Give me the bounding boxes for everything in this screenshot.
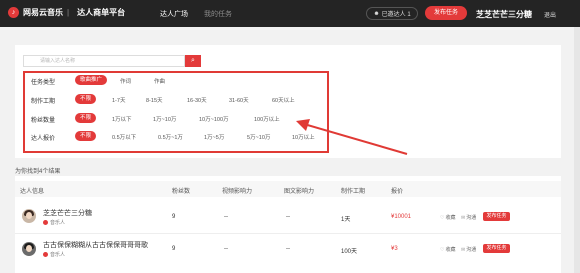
row-divider	[15, 233, 561, 234]
col-video-influence: 视频影响力	[222, 189, 253, 195]
col-price: 报价	[391, 189, 404, 195]
price-value: ¥3	[391, 246, 398, 252]
row-publish-task-button[interactable]: 发布任务	[483, 244, 510, 253]
col-duration: 制作工期	[341, 189, 366, 195]
col-talent-info: 达人信息	[20, 189, 45, 195]
row-publish-task-button[interactable]: 发布任务	[483, 212, 510, 221]
duration-value: 100天	[341, 249, 358, 255]
col-text-influence: 图文影响力	[284, 189, 315, 195]
avatar[interactable]	[22, 242, 36, 256]
collect-button[interactable]: ♡ 收藏	[440, 214, 456, 222]
musician-badge: 音乐人	[43, 219, 65, 226]
video-influence-value: --	[224, 246, 228, 252]
price-value: ¥10001	[391, 214, 412, 220]
text-influence-value: --	[286, 214, 290, 220]
text-influence-value: --	[286, 246, 290, 252]
duration-value: 1天	[341, 217, 351, 223]
talent-name[interactable]: 芝芝芒芒三分糖	[43, 208, 92, 218]
fans-value: 9	[172, 214, 176, 220]
musician-icon	[43, 220, 48, 225]
result-count: 为你找到4个结果	[15, 169, 61, 175]
heart-icon: ♡	[440, 246, 445, 253]
chat-button[interactable]: ✉ 沟通	[461, 214, 476, 222]
chat-icon: ✉	[461, 246, 466, 253]
musician-badge: 音乐人	[43, 251, 65, 258]
heart-icon: ♡	[440, 214, 445, 221]
chat-icon: ✉	[461, 214, 466, 221]
collect-button[interactable]: ♡ 收藏	[440, 246, 456, 254]
video-influence-value: --	[224, 214, 228, 220]
musician-icon	[43, 252, 48, 257]
col-fans: 粉丝数	[172, 189, 191, 195]
fans-value: 9	[172, 246, 176, 252]
avatar[interactable]	[22, 209, 36, 223]
chat-button[interactable]: ✉ 沟通	[461, 246, 476, 254]
talent-name[interactable]: 古古保保糊糊从古古保保哥哥哥歌	[43, 240, 148, 250]
